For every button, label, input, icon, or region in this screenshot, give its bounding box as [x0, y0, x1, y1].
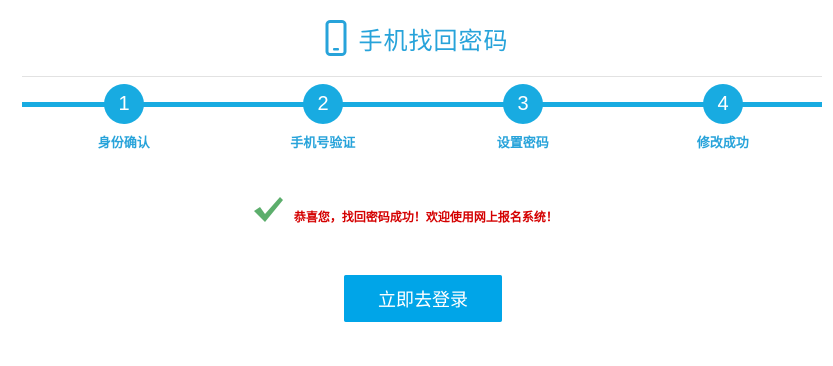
checkmark-icon [252, 194, 284, 226]
step-phone-verify: 2 手机号验证 [263, 84, 383, 151]
login-now-button[interactable]: 立即去登录 [344, 275, 502, 322]
step-number: 2 [303, 84, 343, 124]
step-set-password: 3 设置密码 [463, 84, 583, 151]
step-identity-confirm: 1 身份确认 [64, 84, 184, 151]
step-number: 4 [703, 84, 743, 124]
step-label: 修改成功 [696, 136, 749, 151]
page-header: 手机找回密码 [0, 16, 833, 60]
step-change-success: 4 修改成功 [663, 84, 783, 151]
step-label: 身份确认 [97, 136, 150, 151]
success-message: 恭喜您，找回密码成功！欢迎使用网上报名系统！ [252, 194, 558, 226]
step-number: 3 [503, 84, 543, 124]
password-recovery-success-page: 手机找回密码 1 身份确认 2 手机号验证 3 设置密码 4 修改成功 恭喜您，… [0, 0, 833, 366]
step-label: 手机号验证 [290, 136, 356, 151]
page-title: 手机找回密码 [358, 26, 509, 55]
mobile-phone-icon [325, 20, 347, 56]
step-label: 设置密码 [496, 136, 549, 151]
step-number: 1 [104, 84, 144, 124]
success-text: 恭喜您，找回密码成功！欢迎使用网上报名系统！ [294, 209, 559, 224]
header-divider [22, 76, 822, 77]
